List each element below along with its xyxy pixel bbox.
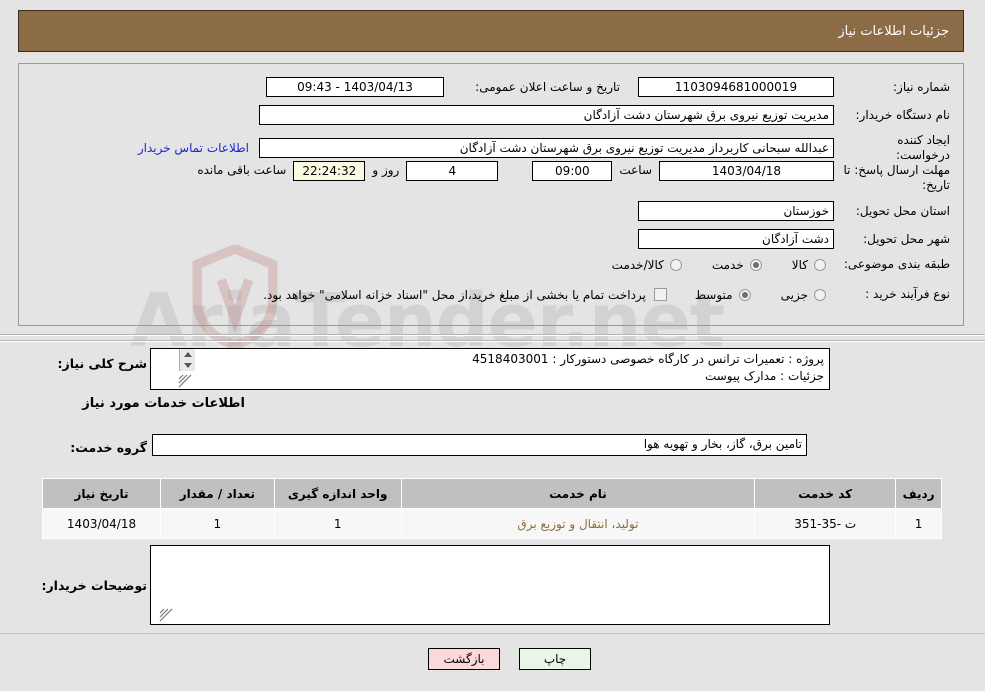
row-purchase-process: نوع فرآیند خرید : جزیی متوسط پرداخت تمام… [263, 287, 950, 302]
row-request-creator: ایجاد کننده درخواست: عبدالله سبحانی کارب… [138, 133, 950, 163]
row-need-number: شماره نیاز: 1103094681000019 تاریخ و ساع… [266, 77, 950, 97]
deadline-label: مهلت ارسال پاسخ: تا تاریخ: [843, 163, 950, 192]
province-value: خوزستان [638, 201, 834, 221]
buyer-notes-textarea[interactable] [150, 545, 830, 625]
back-button[interactable]: بازگشت [428, 648, 500, 670]
countdown-value: 22:24:32 [293, 161, 366, 181]
general-description-line-2: جزئیات : مدارک پیوست [704, 369, 824, 383]
scroll-up-icon[interactable] [183, 352, 192, 357]
service-group-value: تامین برق، گاز، بخار و تهویه هوا [152, 434, 807, 456]
radio-process-minor[interactable] [814, 288, 826, 301]
buyer-notes-label: توضیحات خریدار: [41, 578, 147, 593]
description-scrollbar[interactable] [179, 349, 195, 371]
column-header-code: کد خدمت [754, 478, 897, 509]
announce-value: 1403/04/13 - 09:43 [266, 77, 444, 97]
city-value: دشت آزادگان [638, 229, 834, 249]
process-label: نوع فرآیند خرید : [865, 287, 950, 301]
row-buyer-org: نام دستگاه خریدار: مدیریت توزیع نیروی بر… [259, 105, 950, 125]
creator-label: ایجاد کننده درخواست: [896, 133, 950, 162]
scroll-down-icon[interactable] [183, 363, 192, 368]
radio-category-goods-service[interactable] [669, 258, 682, 271]
general-description-textarea[interactable]: پروژه : تعمیرات ترانس در کارگاه خصوصی دس… [150, 348, 830, 390]
general-description-line-1: پروژه : تعمیرات ترانس در کارگاه خصوصی دس… [472, 352, 824, 366]
column-header-name: نام خدمت [400, 478, 756, 509]
column-header-index: ردیف [895, 478, 942, 509]
buyer-notes-resize-handle-icon[interactable] [159, 608, 173, 622]
remaining-days-value: 4 [406, 161, 499, 181]
buyer-org-label: نام دستگاه خریدار: [855, 107, 951, 122]
need-number-label: شماره نیاز: [893, 79, 950, 94]
column-header-need-date: تاریخ نیاز [41, 478, 162, 509]
radio-category-service[interactable] [749, 258, 762, 271]
need-info-form: شماره نیاز: 1103094681000019 تاریخ و ساع… [18, 63, 964, 326]
deadline-time-value: 09:00 [532, 161, 613, 181]
table-row: 1 ت -35-351 تولید، انتقال و توزیع برق 1 … [41, 508, 942, 539]
cell-quantity: 1 [160, 508, 275, 539]
countdown-word-label: ساعت باقی مانده [197, 163, 287, 177]
radio-category-service-label: خدمت [711, 257, 744, 272]
radio-category-goods-label: کالا [791, 257, 808, 272]
cell-index: 1 [895, 508, 942, 539]
province-label: استان محل تحویل: [855, 203, 950, 218]
row-city: شهر محل تحویل: دشت آزادگان [638, 229, 950, 249]
cell-need-date: 1403/04/18 [41, 508, 162, 539]
column-header-quantity: تعداد / مقدار [160, 478, 275, 509]
buyer-contact-link[interactable]: اطلاعات تماس خریدار [138, 141, 249, 155]
checkbox-islamic-treasury-label: پرداخت تمام یا بخشی از مبلغ خرید،از محل … [263, 287, 646, 302]
row-deadline: مهلت ارسال پاسخ: تا تاریخ: 1403/04/18 سا… [197, 161, 950, 193]
footer-divider [0, 633, 985, 634]
deadline-date-value: 1403/04/18 [659, 161, 834, 181]
row-category: طبقه بندی موضوعی: کالا خدمت کالا/خدمت [612, 257, 950, 272]
creator-value: عبدالله سبحانی کاربرداز مدیریت توزیع نیر… [259, 138, 834, 158]
cell-unit: 1 [273, 508, 402, 539]
row-province: استان محل تحویل: خوزستان [638, 201, 950, 221]
checkbox-islamic-treasury[interactable] [653, 288, 667, 301]
buyer-org-value: مدیریت توزیع نیروی برق شهرستان دشت آزادگ… [259, 105, 834, 125]
hour-label: ساعت [619, 163, 652, 177]
description-resize-handle-icon[interactable] [178, 374, 192, 388]
general-description-label: شرح کلی نیاز: [57, 356, 147, 371]
page-root: جزئیات اطلاعات نیاز شماره نیاز: 11030946… [0, 0, 985, 691]
cell-name: تولید، انتقال و توزیع برق [400, 508, 756, 539]
radio-process-medium[interactable] [738, 288, 751, 301]
city-label: شهر محل تحویل: [863, 231, 950, 246]
divider-bottom [0, 340, 985, 342]
radio-process-medium-label: متوسط [694, 287, 733, 302]
announce-label: تاریخ و ساعت اعلان عمومی: [475, 79, 620, 94]
print-button[interactable]: چاپ [519, 648, 591, 670]
services-section-title: اطلاعات خدمات مورد نیاز [82, 396, 245, 411]
column-header-unit: واحد اندازه گیری [273, 478, 402, 509]
page-title-bar: جزئیات اطلاعات نیاز [18, 10, 964, 52]
days-word-label: روز و [372, 163, 400, 177]
need-number-value: 1103094681000019 [638, 77, 834, 97]
radio-category-goods[interactable] [814, 258, 826, 271]
radio-category-goods-service-label: کالا/خدمت [611, 257, 664, 272]
service-group-label: گروه خدمت: [70, 440, 147, 455]
table-header-row: ردیف کد خدمت نام خدمت واحد اندازه گیری ت… [41, 478, 942, 509]
divider-top [0, 334, 985, 336]
services-table: ردیف کد خدمت نام خدمت واحد اندازه گیری ت… [41, 478, 942, 539]
page-title: جزئیات اطلاعات نیاز [838, 23, 949, 39]
radio-process-minor-label: جزیی [780, 287, 808, 302]
category-label: طبقه بندی موضوعی: [843, 257, 950, 271]
cell-code: ت -35-351 [754, 508, 897, 539]
